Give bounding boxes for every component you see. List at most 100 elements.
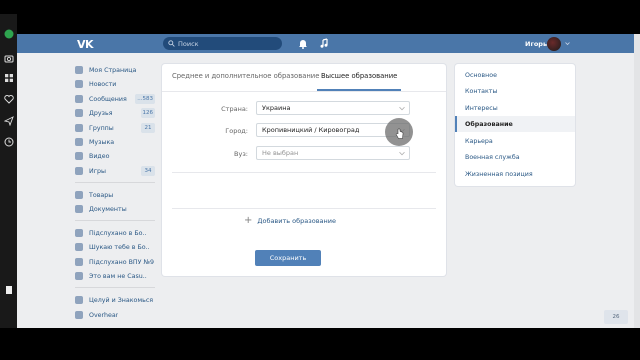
sidebar-item-games[interactable]: Игры 34 [75, 165, 155, 177]
settings-nav-military[interactable]: Военная служба [455, 149, 575, 165]
sidebar-item-label: Видео [89, 152, 110, 160]
sidebar-item-documents[interactable]: Документы [75, 203, 155, 215]
save-button[interactable]: Сохранить [255, 250, 321, 266]
search-icon [168, 40, 175, 47]
country-label: Страна: [221, 105, 248, 113]
country-select[interactable]: Украина [256, 101, 410, 115]
bag-icon [75, 191, 83, 199]
settings-nav-education[interactable]: Образование [455, 116, 575, 132]
divider [75, 182, 155, 183]
city-label: Город: [225, 127, 248, 135]
sidebar-item-label: Игры [89, 167, 106, 175]
sidebar-item-label: Overhear [89, 311, 119, 319]
active-tab-indicator [317, 89, 401, 91]
tab-higher-education[interactable]: Высшее образование [321, 72, 397, 80]
sidebar-item-label: Группы [89, 124, 114, 132]
heart-icon[interactable] [3, 93, 14, 104]
community-icon [75, 258, 83, 266]
app-icon [75, 311, 83, 319]
app-icon [75, 296, 83, 304]
community-icon [75, 243, 83, 251]
plus-icon: + [244, 215, 253, 226]
sidebar-item-label: Документы [89, 205, 127, 213]
message-icon [75, 95, 83, 103]
chevron-down-icon[interactable] [565, 41, 570, 46]
country-value: Украина [262, 104, 291, 112]
avatar[interactable] [547, 37, 561, 51]
community-icon [75, 272, 83, 280]
sidebar-item-community[interactable]: Шукаю тебе в Бо.. [75, 241, 155, 253]
education-card: Среднее и дополнительное образование Выс… [162, 64, 446, 276]
sidebar-item-video[interactable]: Видео [75, 150, 155, 162]
sidebar-item-community[interactable]: Підслухано в Бо.. [75, 227, 155, 239]
bell-icon[interactable] [298, 38, 308, 49]
divider [75, 287, 155, 288]
user-name[interactable]: Игорь [525, 40, 547, 48]
count-badge: 34 [141, 166, 155, 176]
chevron-down-icon [399, 151, 405, 156]
sidebar-item-community[interactable]: Підслухано ВПУ №9 [75, 256, 155, 268]
sidebar-item-label: Підслухано в Бо.. [89, 229, 147, 237]
education-tabs: Среднее и дополнительное образование Выс… [162, 64, 446, 92]
home-icon [75, 66, 83, 74]
settings-nav-interests[interactable]: Интересы [455, 100, 575, 116]
divider [75, 220, 155, 221]
scrollbar[interactable] [634, 34, 640, 328]
search-placeholder: Поиск [178, 39, 199, 48]
music-note-icon[interactable] [319, 38, 329, 49]
groups-icon [75, 124, 83, 132]
sidebar-item-my-page[interactable]: Моя Страница [75, 64, 155, 76]
sidebar-item-news[interactable]: Новости [75, 78, 155, 90]
sidebar-item-label: Підслухано ВПУ №9 [89, 258, 155, 266]
chevron-down-icon [399, 106, 405, 111]
sidebar-item-label: Целуй и Знакомься [89, 296, 154, 304]
university-value: Не выбран [262, 149, 299, 157]
add-education-button[interactable]: + Добавить образование [244, 216, 336, 226]
page-icon[interactable] [3, 284, 14, 295]
sidebar-item-label: Шукаю тебе в Бо.. [89, 243, 150, 251]
count-badge: 21 [141, 123, 155, 133]
sidebar-item-groups[interactable]: Группы 21 [75, 122, 155, 134]
sidebar-item-label: Музыка [89, 138, 115, 146]
count-badge: ...583 [135, 94, 155, 104]
video-icon [75, 152, 83, 160]
sidebar-item-goods[interactable]: Товары [75, 189, 155, 201]
music-icon [75, 138, 83, 146]
divider [172, 208, 436, 209]
add-education-label: Добавить образование [257, 217, 336, 225]
sidebar-item-friends[interactable]: Друзья 126 [75, 107, 155, 119]
settings-nav: Основное Контакты Интересы Образование К… [455, 64, 575, 186]
sidebar-item-music[interactable]: Музыка [75, 136, 155, 148]
sidebar-item-messages[interactable]: Сообщения ...583 [75, 93, 155, 105]
university-label: Вуз: [234, 150, 248, 158]
vk-logo[interactable]: VK [77, 38, 94, 51]
community-icon [75, 229, 83, 237]
city-value: Кропивницкий / Кировоград [262, 126, 360, 134]
chat-count-badge[interactable]: 26 [604, 310, 628, 324]
sidebar-item-app[interactable]: Overhear [75, 309, 155, 321]
send-icon[interactable] [3, 115, 14, 126]
sidebar-item-app[interactable]: Целуй и Знакомься [75, 294, 155, 306]
vk-screen: VK Поиск Игорь Моя Страница Новости Сооб… [17, 34, 640, 328]
sidebar-item-label: Товары [89, 191, 114, 199]
settings-nav-life-position[interactable]: Жизненная позиция [455, 166, 575, 182]
settings-nav-basic[interactable]: Основное [455, 67, 575, 83]
friends-icon [75, 109, 83, 117]
hand-cursor-icon [395, 128, 404, 139]
sidebar-item-label: Сообщения [89, 95, 127, 103]
sidebar-item-label: Новости [89, 80, 117, 88]
settings-nav-contacts[interactable]: Контакты [455, 83, 575, 99]
clock-icon[interactable] [3, 136, 14, 147]
tab-secondary-education[interactable]: Среднее и дополнительное образование [172, 72, 319, 80]
document-icon [75, 205, 83, 213]
news-icon [75, 80, 83, 88]
sidebar-item-community[interactable]: Это вам не Casu.. [75, 270, 155, 282]
grid-icon[interactable] [3, 72, 14, 83]
count-badge: 126 [140, 108, 155, 118]
divider [172, 172, 436, 173]
search-input[interactable]: Поиск [163, 37, 282, 50]
camera-icon[interactable] [3, 52, 14, 63]
university-select[interactable]: Не выбран [256, 146, 410, 160]
settings-nav-career[interactable]: Карьера [455, 133, 575, 149]
chat-icon[interactable] [3, 28, 14, 39]
